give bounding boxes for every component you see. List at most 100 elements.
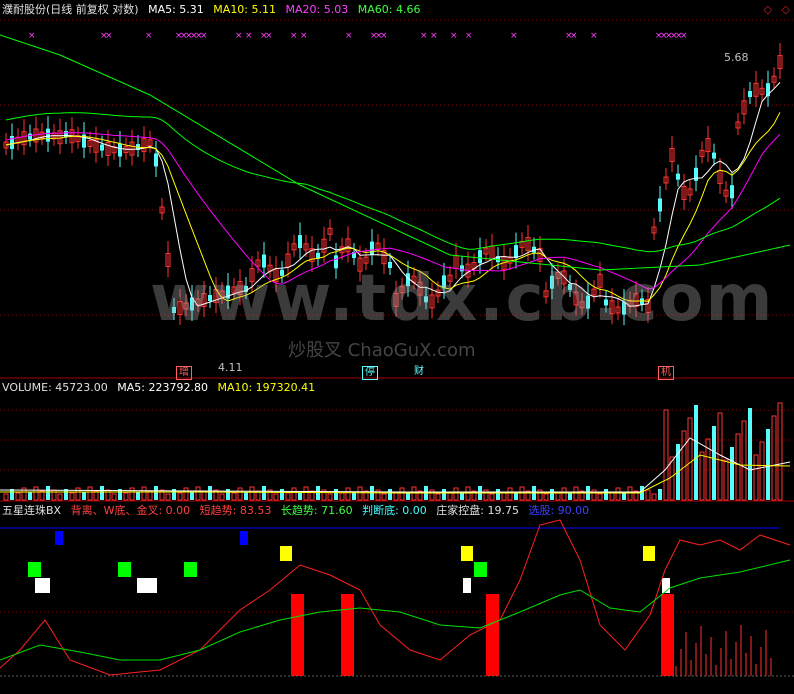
white-signal-block bbox=[35, 578, 50, 593]
volume-bar-up bbox=[753, 454, 759, 501]
candle-down bbox=[370, 241, 374, 255]
volume-bar-up bbox=[735, 433, 741, 501]
yellow-signal-block bbox=[280, 546, 292, 561]
volume-bar-up bbox=[717, 412, 723, 501]
signal-x-mark: × bbox=[570, 31, 578, 41]
volume-bar-up bbox=[123, 492, 129, 501]
volume-bar-up bbox=[15, 492, 21, 501]
blue-signal-block bbox=[240, 531, 248, 545]
volume-bar-down bbox=[730, 447, 734, 500]
signal-x-mark: × bbox=[200, 31, 208, 41]
volume-bar-down bbox=[82, 492, 86, 500]
volume-bar-up bbox=[75, 487, 81, 501]
signal-x-mark: × bbox=[245, 31, 253, 41]
volume-bar-up bbox=[723, 459, 729, 501]
candle-down bbox=[64, 131, 68, 138]
volume-bar-down bbox=[442, 489, 446, 500]
candle-down bbox=[712, 152, 716, 159]
volume-bar-down bbox=[604, 489, 608, 500]
signal-x-mark: × bbox=[590, 31, 598, 41]
volume-bar-up bbox=[681, 430, 687, 501]
volume-bar-up bbox=[291, 487, 297, 501]
volume-bar-up bbox=[249, 486, 255, 501]
volume-bar-up bbox=[357, 486, 363, 501]
volume-bar-up bbox=[339, 492, 345, 501]
red-signal-bar bbox=[486, 594, 499, 676]
volume-bar-down bbox=[694, 405, 698, 500]
volume-ma10-line bbox=[0, 454, 791, 494]
signal-x-mark: × bbox=[450, 31, 458, 41]
ting-marker[interactable]: 停 bbox=[362, 366, 378, 380]
volume-bar-up bbox=[543, 493, 549, 501]
volume-ma-lines bbox=[0, 437, 791, 494]
volume-bar-up bbox=[501, 492, 507, 501]
volume-bar-up bbox=[3, 493, 9, 501]
volume-bar-up bbox=[393, 492, 399, 501]
volume-bar-up bbox=[741, 420, 747, 501]
candle-down bbox=[514, 245, 518, 259]
volume-bars bbox=[3, 402, 783, 501]
blue-signal-block bbox=[55, 531, 63, 545]
volume-bar-down bbox=[496, 489, 500, 500]
volume-bar-up bbox=[609, 492, 615, 501]
signal-x-marks: × ×× × ×××××× × × ×× × × × ××× × × × × × ×× × ×××××× bbox=[28, 31, 688, 41]
volume-bar-down bbox=[550, 489, 554, 500]
candle-down bbox=[676, 173, 680, 180]
indicator-panel bbox=[0, 519, 794, 677]
candle-down bbox=[100, 144, 104, 151]
signal-x-mark: × bbox=[105, 31, 113, 41]
yellow-signal-block bbox=[461, 546, 473, 561]
signal-x-mark: × bbox=[235, 31, 243, 41]
candle-down bbox=[748, 91, 752, 98]
volume-bar-up bbox=[699, 451, 705, 501]
signal-x-mark: × bbox=[300, 31, 308, 41]
volume-bar-up bbox=[273, 493, 279, 501]
volume-bar-down bbox=[208, 486, 212, 500]
volume-bar-up bbox=[57, 493, 63, 501]
volume-bar-up bbox=[651, 493, 657, 501]
volume-bar-up bbox=[345, 487, 351, 501]
candle-down bbox=[658, 198, 662, 212]
volume-bar-down bbox=[190, 492, 194, 500]
signal-x-mark: × bbox=[680, 31, 688, 41]
volume-bar-down bbox=[658, 489, 662, 500]
candle-down bbox=[118, 143, 122, 157]
volume-bar-down bbox=[298, 492, 302, 500]
volume-bar-down bbox=[100, 486, 104, 500]
cai-marker[interactable]: 财 bbox=[412, 366, 426, 378]
ji-marker[interactable]: 机 bbox=[658, 366, 674, 380]
volume-bar-down bbox=[136, 492, 140, 500]
zeng-marker[interactable]: 增 bbox=[176, 366, 192, 380]
volume-bar-down bbox=[28, 492, 32, 500]
candle-down bbox=[730, 185, 734, 199]
volume-bar-up bbox=[87, 486, 93, 501]
volume-bar-up bbox=[489, 493, 495, 501]
volume-bar-up bbox=[645, 489, 651, 501]
watermark: www.tdx.cb.com bbox=[150, 262, 775, 336]
red-signal-bar bbox=[661, 594, 674, 676]
volume-bar-up bbox=[183, 487, 189, 501]
white-signal-block bbox=[137, 578, 157, 593]
volume-bar-down bbox=[46, 486, 50, 500]
volume-bar-up bbox=[219, 493, 225, 501]
signal-x-mark: × bbox=[465, 31, 473, 41]
volume-bar-up bbox=[759, 441, 765, 501]
volume-bar-up bbox=[129, 487, 135, 501]
volume-bar-up bbox=[771, 415, 777, 501]
volume-bar-up bbox=[453, 487, 459, 501]
signal-x-mark: × bbox=[430, 31, 438, 41]
volume-bar-up bbox=[195, 486, 201, 501]
volume-bar-up bbox=[561, 487, 567, 501]
volume-bar-up bbox=[69, 492, 75, 501]
candle-down bbox=[28, 133, 32, 140]
white-signal-block bbox=[463, 578, 471, 593]
volume-bar-up bbox=[663, 409, 669, 501]
volume-bar-up bbox=[327, 493, 333, 501]
candle-down bbox=[10, 136, 14, 150]
volume-bar-up bbox=[237, 487, 243, 501]
red-signal-bar bbox=[291, 594, 304, 676]
volume-bar-down bbox=[388, 489, 392, 500]
volume-bar-up bbox=[381, 493, 387, 501]
volume-bar-up bbox=[555, 492, 561, 501]
volume-bar-up bbox=[777, 402, 783, 501]
